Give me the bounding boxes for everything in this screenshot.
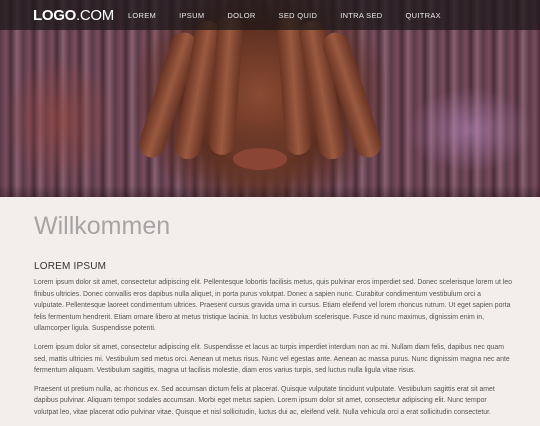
nav-item-sed-quid[interactable]: SED QUID — [279, 11, 318, 20]
section-title: LOREM IPSUM — [34, 261, 107, 272]
paragraph: Praesent ut pretium nulla, ac rhoncus ex… — [34, 385, 495, 416]
nav-item-dolor[interactable]: DOLOR — [227, 11, 255, 20]
nav-menu: LOREM IPSUM DOLOR SED QUID INTRA SED QUI… — [128, 11, 464, 20]
paragraph: Lorem ipsum dolor sit amet, consectetur … — [34, 343, 510, 375]
nav-item-lorem[interactable]: LOREM — [128, 11, 156, 20]
main-content: Willkommen LOREM IPSUM Lorem ipsum dolor… — [34, 197, 512, 426]
site-logo[interactable]: LOGO.COM — [33, 7, 114, 24]
page-title: Willkommen — [34, 212, 171, 240]
logo-strong-text: LOGO — [33, 6, 76, 24]
top-navigation: LOGO.COM LOREM IPSUM DOLOR SED QUID INTR… — [0, 0, 540, 30]
logo-suffix-text: .COM — [75, 6, 114, 24]
nav-item-intra-sed[interactable]: INTRA SED — [340, 11, 382, 20]
nav-item-ipsum[interactable]: IPSUM — [179, 11, 204, 20]
nav-item-quitrax[interactable]: QUITRAX — [406, 11, 441, 20]
paragraph: Lorem ipsum dolor sit amet, consectetur … — [34, 279, 512, 333]
